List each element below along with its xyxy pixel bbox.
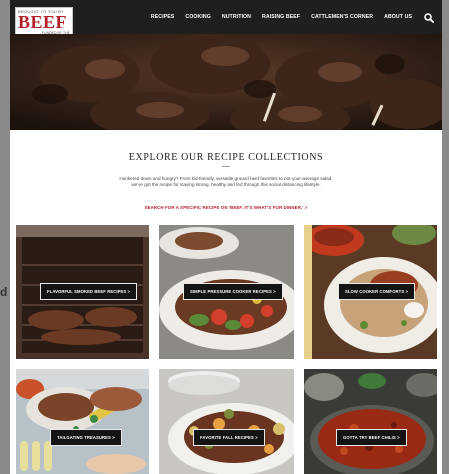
nav-cooking[interactable]: COOKING	[185, 14, 211, 20]
search-icon[interactable]	[424, 13, 434, 23]
tile-slow-cooker-button[interactable]: SLOW COOKER COMFORTS >	[338, 283, 416, 300]
tile-pressure-cooker-button[interactable]: SIMPLE PRESSURE COOKER RECIPES >	[183, 283, 283, 300]
title-divider	[222, 166, 230, 167]
page: BROUGHT TO YOU BY BEEF FUNDED BY THE REC…	[10, 0, 442, 474]
nav-raising-beef[interactable]: RAISING BEEF	[262, 14, 300, 20]
site-header: BROUGHT TO YOU BY BEEF FUNDED BY THE REC…	[10, 0, 442, 37]
hero-image	[10, 34, 442, 130]
intro-text: Hunkered down and hungry? From kid-frien…	[119, 176, 333, 188]
tile-fall-recipes[interactable]: FAVORITE FALL RECIPES >	[159, 369, 294, 474]
tile-smoked-beef[interactable]: FLAVORFUL SMOKED BEEF RECIPES >	[16, 225, 149, 359]
tile-beef-chilis[interactable]: GOTTA TRY BEEF CHILIS >	[304, 369, 437, 474]
tile-tailgating-button[interactable]: TAILGATING TREASURES >	[50, 429, 122, 446]
recipe-collections-intro: EXPLORE OUR RECIPE COLLECTIONS Hunkered …	[10, 130, 442, 225]
section-title: EXPLORE OUR RECIPE COLLECTIONS	[128, 152, 324, 163]
main-nav: RECIPES COOKING NUTRITION RAISING BEEF C…	[151, 14, 412, 20]
logo-brand-text: BEEF	[18, 12, 68, 32]
search-recipe-link[interactable]: SEARCH FOR A SPECIFIC RECIPE ON 'BEEF. I…	[10, 205, 442, 210]
tile-tailgating[interactable]: TAILGATING TREASURES >	[16, 369, 149, 474]
tile-pressure-cooker[interactable]: SIMPLE PRESSURE COOKER RECIPES >	[159, 225, 294, 359]
nav-nutrition[interactable]: NUTRITION	[222, 14, 251, 20]
tile-fall-recipes-button[interactable]: FAVORITE FALL RECIPES >	[193, 429, 265, 446]
tile-beef-chilis-button[interactable]: GOTTA TRY BEEF CHILIS >	[336, 429, 407, 446]
tile-slow-cooker[interactable]: SLOW COOKER COMFORTS >	[304, 225, 437, 359]
edge-fragment: d	[0, 285, 8, 299]
nav-recipes[interactable]: RECIPES	[151, 14, 174, 20]
nav-about-us[interactable]: ABOUT US	[384, 14, 412, 20]
nav-cattlemens-corner[interactable]: CATTLEMEN'S CORNER	[311, 14, 373, 20]
beef-logo[interactable]: BROUGHT TO YOU BY BEEF FUNDED BY THE	[15, 7, 73, 37]
tile-smoked-beef-button[interactable]: FLAVORFUL SMOKED BEEF RECIPES >	[40, 283, 138, 300]
